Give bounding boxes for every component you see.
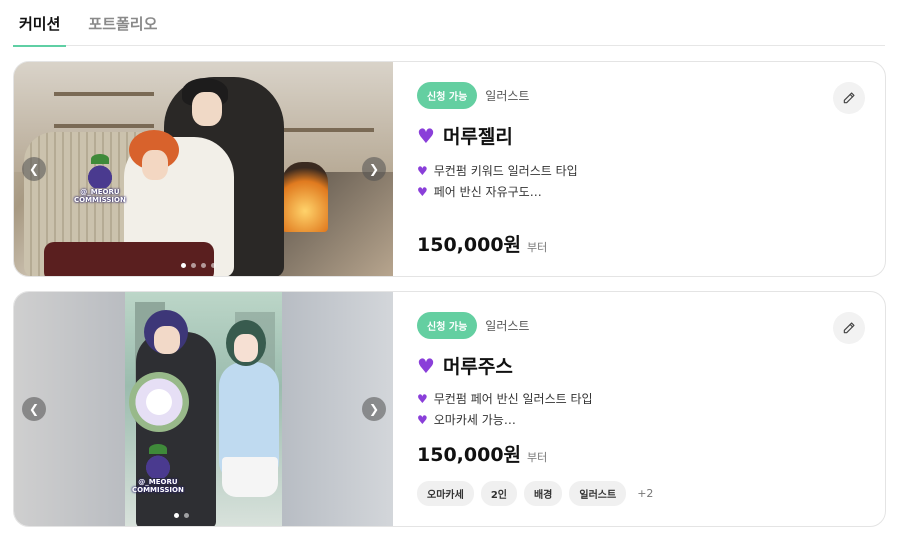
carousel-dots xyxy=(174,513,189,518)
tag-list: 오마카세 2인 배경 일러스트 +2 xyxy=(417,481,653,506)
commission-card[interactable]: @_MEORU COMMISSION ❮ ❯ 신청 가능 일러스트 ♥ 머루젤리 … xyxy=(13,61,886,277)
description-text: 무컨펌 키워드 일러스트 타입 xyxy=(433,164,578,178)
illustration-detail xyxy=(44,242,214,276)
illustration-shelf xyxy=(54,124,154,128)
purple-heart-icon: ♥ xyxy=(417,123,435,148)
card-thumbnail[interactable]: @_MEORU COMMISSION ❮ ❯ xyxy=(14,292,393,526)
description-text: 무컨펌 페어 반신 일러스트 타입 xyxy=(433,392,593,406)
card-description-line: ♥ 페어 반신 자유구도… xyxy=(417,183,542,200)
tag-chip[interactable]: 2인 xyxy=(480,481,517,506)
status-badge: 신청 가능 xyxy=(417,82,478,109)
card-title: ♥ 머루젤리 xyxy=(417,122,513,149)
price-value: 150,000원 xyxy=(417,444,522,466)
type-label: 일러스트 xyxy=(485,89,530,103)
description-text: 페어 반신 자유구도… xyxy=(433,185,542,199)
watermark-text: @_MEORU COMMISSION xyxy=(132,478,184,494)
edit-button[interactable] xyxy=(833,82,865,114)
purple-heart-icon: ♥ xyxy=(417,412,428,427)
carousel-dots xyxy=(181,263,216,268)
description-text: 오마카세 가능… xyxy=(433,413,516,427)
chevron-right-icon: ❯ xyxy=(368,402,380,416)
illustration-flowers xyxy=(129,372,189,432)
chevron-right-icon: ❯ xyxy=(368,162,380,176)
card-thumbnail[interactable]: @_MEORU COMMISSION ❮ ❯ xyxy=(14,62,393,276)
tab-bar: 커미션 포트폴리오 xyxy=(13,0,885,47)
card-description-line: ♥ 무컨펌 페어 반신 일러스트 타입 xyxy=(417,390,593,407)
grape-plant-icon xyxy=(142,444,173,478)
purple-heart-icon: ♥ xyxy=(417,184,428,199)
card-description-line: ♥ 무컨펌 키워드 일러스트 타입 xyxy=(417,162,578,179)
carousel-dot[interactable] xyxy=(201,263,206,268)
tag-chip[interactable]: 일러스트 xyxy=(569,481,627,506)
carousel-dot[interactable] xyxy=(174,513,179,518)
carousel-prev-button[interactable]: ❮ xyxy=(22,157,46,181)
watermark-logo: @_MEORU COMMISSION xyxy=(132,444,184,494)
card-title-text: 머루젤리 xyxy=(442,126,513,148)
pencil-icon xyxy=(843,322,855,334)
carousel-dot[interactable] xyxy=(184,513,189,518)
illustration-detail xyxy=(222,457,278,497)
carousel-dot[interactable] xyxy=(191,263,196,268)
purple-heart-icon: ♥ xyxy=(417,353,435,378)
price-suffix: 부터 xyxy=(527,241,548,254)
card-title-text: 머루주스 xyxy=(442,356,513,378)
card-title: ♥ 머루주스 xyxy=(417,352,513,379)
price-suffix: 부터 xyxy=(527,451,548,464)
more-tags-count[interactable]: +2 xyxy=(637,487,653,500)
illustration-figure-face xyxy=(192,92,222,126)
watermark-text: @_MEORU COMMISSION xyxy=(74,188,126,204)
card-badges: 신청 가능 일러스트 xyxy=(417,312,529,339)
card-price: 150,000원 부터 xyxy=(417,440,547,467)
status-badge: 신청 가능 xyxy=(417,312,478,339)
card-info: 신청 가능 일러스트 ♥ 머루젤리 ♥ 무컨펌 키워드 일러스트 타입 ♥ 페어… xyxy=(393,62,885,276)
carousel-prev-button[interactable]: ❮ xyxy=(22,397,46,421)
card-info: 신청 가능 일러스트 ♥ 머루주스 ♥ 무컨펌 페어 반신 일러스트 타입 ♥ … xyxy=(393,292,885,526)
card-price: 150,000원 부터 xyxy=(417,230,547,257)
carousel-next-button[interactable]: ❯ xyxy=(362,157,386,181)
purple-heart-icon: ♥ xyxy=(417,391,428,406)
grape-plant-icon xyxy=(84,154,115,188)
edit-button[interactable] xyxy=(833,312,865,344)
illustration-figure-face xyxy=(154,326,180,354)
illustration-fireplace xyxy=(282,162,328,232)
pencil-icon xyxy=(843,92,855,104)
card-description-line: ♥ 오마카세 가능… xyxy=(417,411,516,428)
price-value: 150,000원 xyxy=(417,234,522,256)
chevron-left-icon: ❮ xyxy=(28,162,40,176)
carousel-dot[interactable] xyxy=(211,263,216,268)
commission-card[interactable]: @_MEORU COMMISSION ❮ ❯ 신청 가능 일러스트 ♥ 머루주스 … xyxy=(13,291,886,527)
tag-chip[interactable]: 배경 xyxy=(523,481,563,506)
chevron-left-icon: ❮ xyxy=(28,402,40,416)
carousel-dot[interactable] xyxy=(181,263,186,268)
tab-portfolio[interactable]: 포트폴리오 xyxy=(88,0,157,46)
tab-commission[interactable]: 커미션 xyxy=(13,0,67,47)
watermark-logo: @_MEORU COMMISSION xyxy=(74,154,126,204)
illustration-shelf xyxy=(54,92,154,96)
card-badges: 신청 가능 일러스트 xyxy=(417,82,529,109)
purple-heart-icon: ♥ xyxy=(417,163,428,178)
type-label: 일러스트 xyxy=(485,319,530,333)
carousel-next-button[interactable]: ❯ xyxy=(362,397,386,421)
illustration-figure-face xyxy=(234,334,258,362)
tag-chip[interactable]: 오마카세 xyxy=(417,481,474,506)
illustration-figure-face xyxy=(142,150,168,180)
